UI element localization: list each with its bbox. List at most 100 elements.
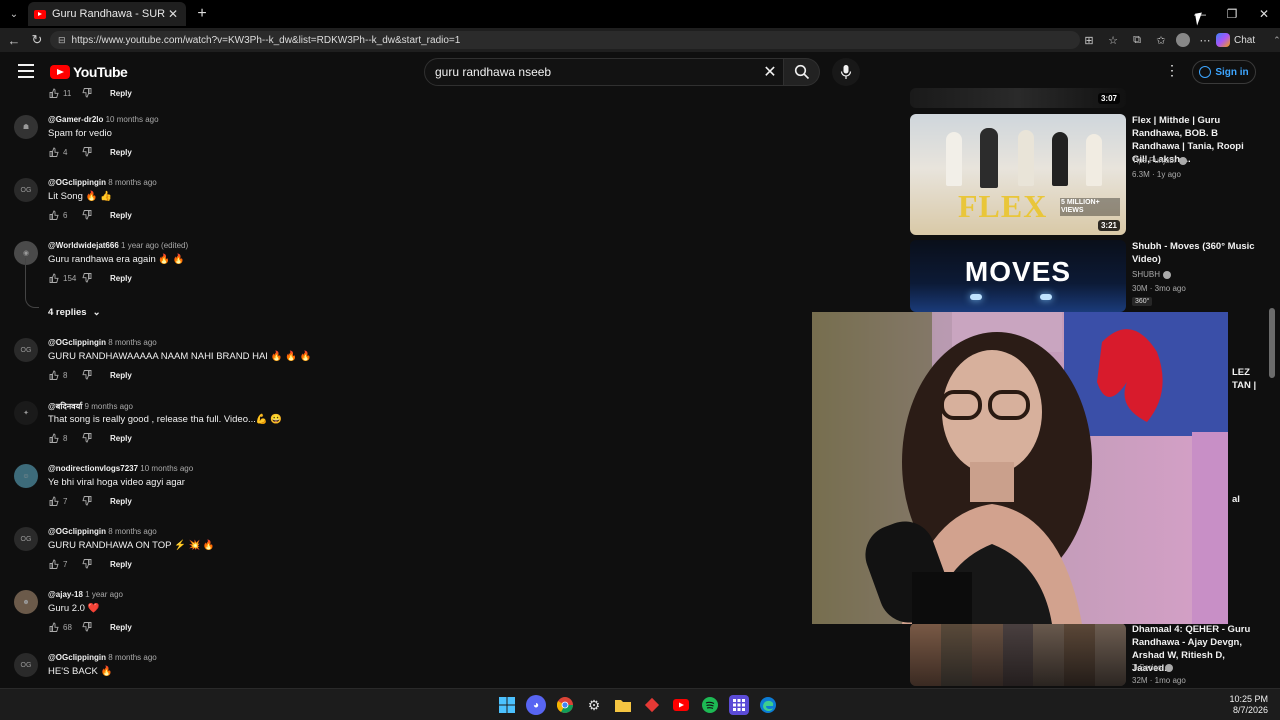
thumb-up-icon[interactable] xyxy=(48,88,59,98)
thumb-up-icon[interactable] xyxy=(48,622,59,632)
copilot-chat-button[interactable]: Chat ⌃ xyxy=(1216,31,1280,49)
more-options-icon[interactable]: ⋯ xyxy=(1196,31,1214,49)
url-field[interactable]: ⊟ https://www.youtube.com/watch?v=KW3Ph-… xyxy=(50,31,1080,49)
voice-search-button[interactable] xyxy=(832,58,860,86)
comment-time[interactable]: 10 months ago xyxy=(106,115,159,124)
video-channel[interactable]: SHUBH xyxy=(1132,270,1172,279)
video-title-partial[interactable]: TAN | xyxy=(1232,380,1256,391)
tab-actions-chevron-icon[interactable]: ⌄ xyxy=(4,4,24,24)
comment-author[interactable]: @ajay-18 xyxy=(48,590,83,599)
profile-avatar[interactable] xyxy=(1176,33,1190,47)
app-diamond-icon[interactable] xyxy=(642,695,662,715)
app-grid-icon[interactable]: ⊞ xyxy=(1080,31,1098,49)
avatar[interactable]: OG xyxy=(14,338,38,362)
discord-icon[interactable]: ◕ xyxy=(526,695,546,715)
clear-search-icon[interactable]: ✕ xyxy=(760,58,780,86)
thumb-up-icon[interactable] xyxy=(48,273,59,283)
edge-browser-icon[interactable] xyxy=(758,695,778,715)
thumb-up-icon[interactable] xyxy=(48,147,59,157)
reply-button[interactable]: Reply xyxy=(110,211,132,220)
thumb-up-icon[interactable] xyxy=(48,433,59,443)
youtube-app-icon[interactable] xyxy=(671,695,691,715)
back-arrow-icon[interactable]: ← xyxy=(4,31,24,49)
reply-button[interactable]: Reply xyxy=(110,274,132,283)
comment-author[interactable]: @बदिनवर्या xyxy=(48,402,82,411)
thumb-up-icon[interactable] xyxy=(48,496,59,506)
video-title-partial[interactable]: LEZ xyxy=(1232,367,1250,378)
thumb-down-icon[interactable] xyxy=(81,147,92,157)
settings-more-icon[interactable]: ⋮ xyxy=(1164,62,1180,82)
chrome-icon[interactable] xyxy=(555,695,575,715)
comment-author[interactable]: @OGclippingin xyxy=(48,653,106,662)
spotify-icon[interactable] xyxy=(700,695,720,715)
thumb-down-icon[interactable] xyxy=(81,273,92,283)
comment-time[interactable]: 8 months ago xyxy=(108,653,156,662)
comment-author[interactable]: @Gamer-dr2lo xyxy=(48,115,103,124)
sign-in-button[interactable]: Sign in xyxy=(1192,60,1256,84)
search-input[interactable]: guru randhawa nseeb xyxy=(424,58,784,86)
thumb-down-icon[interactable] xyxy=(81,496,92,506)
browser-tab-active[interactable]: Guru Randhawa - SURREY CONNE... ✕ xyxy=(28,2,186,26)
comment-time[interactable]: 8 months ago xyxy=(108,527,156,536)
comment-author[interactable]: @OGclippingin xyxy=(48,527,106,536)
comment-time[interactable]: 9 months ago xyxy=(85,402,133,411)
avatar[interactable]: OG xyxy=(14,653,38,677)
avatar[interactable]: ✦ xyxy=(14,401,38,425)
favorite-star-icon[interactable]: ☆ xyxy=(1104,31,1122,49)
video-thumbnail[interactable]: MOVES xyxy=(910,240,1126,312)
avatar[interactable]: ☺ xyxy=(14,464,38,488)
sidebar-chevron-icon[interactable]: ⌃ xyxy=(1273,35,1280,46)
reply-button[interactable]: Reply xyxy=(110,434,132,443)
menu-hamburger-icon[interactable] xyxy=(18,64,34,78)
tab-close-icon[interactable]: ✕ xyxy=(166,7,180,21)
thumb-down-icon[interactable] xyxy=(81,559,92,569)
comment-time[interactable]: 1 year ago (edited) xyxy=(121,241,188,250)
comment-author[interactable]: @Worldwidejat666 xyxy=(48,241,119,250)
thumb-up-icon[interactable] xyxy=(48,559,59,569)
comment-time[interactable]: 10 months ago xyxy=(140,464,193,473)
close-window-icon[interactable]: ✕ xyxy=(1248,0,1280,28)
youtube-logo[interactable]: YouTube xyxy=(50,64,128,80)
thumb-up-icon[interactable] xyxy=(48,210,59,220)
comment-author[interactable]: @nodirectionvlogs7237 xyxy=(48,464,138,473)
video-channel[interactable]: Tips Punjabi xyxy=(1132,156,1187,165)
windows-start-icon[interactable] xyxy=(497,695,517,715)
file-explorer-icon[interactable] xyxy=(613,695,633,715)
video-title-partial[interactable]: al xyxy=(1232,494,1240,505)
avatar[interactable]: ☗ xyxy=(14,115,38,139)
restore-icon[interactable]: ❐ xyxy=(1216,0,1248,28)
new-tab-plus-icon[interactable]: + xyxy=(192,4,212,24)
reply-button[interactable]: Reply xyxy=(110,371,132,380)
video-thumbnail[interactable]: FLEX 5 MILLION+ VIEWS 3:21 xyxy=(910,114,1126,235)
thumb-down-icon[interactable] xyxy=(81,88,92,98)
video-title[interactable]: Shubh - Moves (360° Music Video) xyxy=(1132,240,1258,266)
reply-button[interactable]: Reply xyxy=(110,89,132,98)
system-clock[interactable]: 10:25 PM 8/7/2026 xyxy=(1229,694,1268,716)
thumb-down-icon[interactable] xyxy=(81,370,92,380)
reply-button[interactable]: Reply xyxy=(110,560,132,569)
comment-author[interactable]: @OGclippingin xyxy=(48,338,106,347)
thumb-down-icon[interactable] xyxy=(81,433,92,443)
avatar[interactable]: OG xyxy=(14,178,38,202)
reply-button[interactable]: Reply xyxy=(110,148,132,157)
thumb-down-icon[interactable] xyxy=(81,622,92,632)
comment-time[interactable]: 1 year ago xyxy=(85,590,123,599)
refresh-icon[interactable]: ↻ xyxy=(27,31,47,49)
video-thumbnail[interactable] xyxy=(910,623,1126,686)
site-info-icon[interactable]: ⊟ xyxy=(58,35,66,46)
app-grid-launcher-icon[interactable] xyxy=(729,695,749,715)
avatar[interactable]: OG xyxy=(14,527,38,551)
extensions-icon[interactable]: ⧉ xyxy=(1128,31,1146,49)
search-button[interactable] xyxy=(784,58,820,86)
show-replies-button[interactable]: 4 replies ⌄ xyxy=(48,307,101,318)
video-thumbnail[interactable]: 3:07 xyxy=(910,88,1126,108)
comment-time[interactable]: 8 months ago xyxy=(108,178,156,187)
page-scrollbar-thumb[interactable] xyxy=(1269,308,1275,378)
settings-gear-icon[interactable]: ⚙ xyxy=(584,695,604,715)
thumb-down-icon[interactable] xyxy=(81,210,92,220)
reply-button[interactable]: Reply xyxy=(110,497,132,506)
thumb-up-icon[interactable] xyxy=(48,370,59,380)
favorites-list-icon[interactable]: ✩ xyxy=(1152,31,1170,49)
avatar[interactable]: ☻ xyxy=(14,590,38,614)
reply-button[interactable]: Reply xyxy=(110,623,132,632)
